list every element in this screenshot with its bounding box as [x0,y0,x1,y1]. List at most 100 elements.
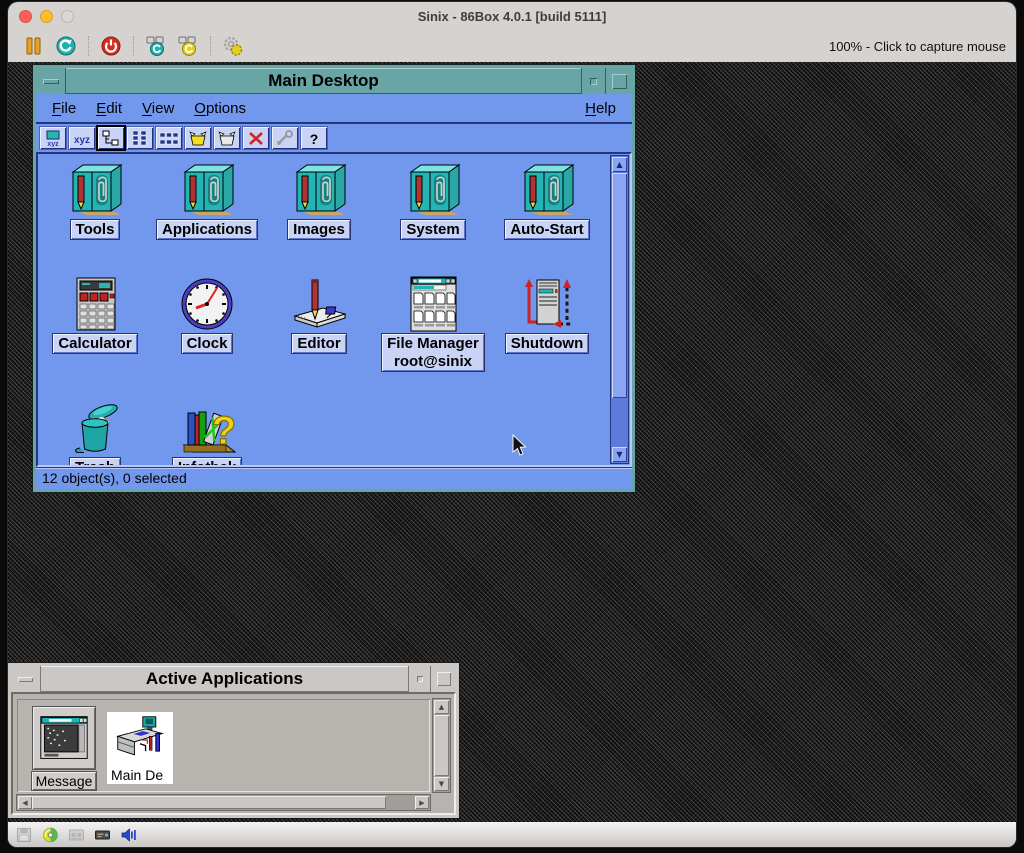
cartridge-status[interactable] [68,827,85,843]
reset-icon [55,35,77,57]
scroll-right-button[interactable]: ▶ [415,796,429,809]
desktop-icon-file-manager[interactable]: File Managerroot@sinix [382,276,484,371]
desktop-icon-system[interactable]: System [382,162,484,239]
text-view-icon [72,130,92,147]
tree-view-icon [101,130,121,147]
main-desktop-window: Main Desktop FileEditViewOptions Help To… [33,65,635,492]
sound-status[interactable] [120,827,137,843]
hard-disk-status[interactable] [94,827,111,843]
menu-file[interactable]: File [42,100,86,117]
desktop-icon-images[interactable]: Images [268,162,370,239]
toolbar-separator [210,36,211,56]
scroll-up-button[interactable]: ▲ [434,700,449,714]
desktop-icon-shutdown[interactable]: Shutdown [496,276,598,353]
maximize-button[interactable] [430,666,456,692]
desktop-icon-clock[interactable]: Clock [156,276,258,353]
floppy-drive-status[interactable] [16,827,33,843]
desktop-icon-trash[interactable]: Trash [44,400,146,467]
infothek-icon [174,400,240,456]
cdrom-drive-status[interactable] [42,827,59,843]
scrollbar-thumb[interactable] [434,715,449,776]
desktop-icon-area[interactable]: Tools ApplicationsImagesSystemAuto-Start C… [36,152,632,467]
window-menu-button[interactable] [11,666,41,692]
tools-button[interactable] [272,127,298,149]
desktop-icon-calculator[interactable]: Calculator [44,276,146,353]
icon-label: Tools [71,220,120,239]
iconify-icon [417,676,423,682]
host-window-title: Sinix - 86Box 4.0.1 [build 5111] [8,2,1016,30]
vertical-scrollbar[interactable]: ▲ ▼ [611,156,628,463]
cabinet-icon [174,162,240,218]
trash-icon [62,400,128,456]
removable-icon [94,827,111,843]
window-menu-icon [18,677,33,682]
desktop-icon-applications[interactable]: Applications [156,162,258,239]
hard-reset-button[interactable] [54,34,78,58]
desktop-icon-editor[interactable]: Editor [268,276,370,353]
message-icon [38,712,90,764]
scrollbar-thumb[interactable] [32,796,386,809]
cabinet-icon [514,162,580,218]
scrollbar-thumb[interactable] [612,173,627,398]
active-applications-panel[interactable]: Message Main De [17,699,430,792]
active-applications-body: Message Main De ▲ ▼ ◀ ▶ [11,692,456,815]
host-toolbar: 100% - Click to capture mouse [8,30,1016,62]
ctrl-alt-esc-button[interactable] [176,34,200,58]
help-button[interactable] [301,127,327,149]
scroll-up-button[interactable]: ▲ [612,157,627,172]
horizontal-scrollbar[interactable]: ◀ ▶ [17,795,430,810]
view-list-button[interactable] [156,127,182,149]
scroll-down-button[interactable]: ▼ [434,777,449,791]
app-item-label: Message [32,772,97,790]
app-item-message[interactable]: Message [29,707,99,795]
active-applications-titlebar[interactable]: Active Applications [11,666,456,692]
detail-view-icon [130,130,150,147]
vertical-scrollbar[interactable]: ▲ ▼ [433,699,450,792]
menu-options[interactable]: Options [184,100,256,117]
host-titlebar[interactable]: Sinix - 86Box 4.0.1 [build 5111] [8,2,1016,30]
question-icon [304,130,324,147]
icon-label: Infothek [173,458,241,467]
new-object-button[interactable] [185,127,211,149]
iconify-button[interactable] [408,666,430,692]
list-view-icon [159,130,179,147]
ctrl-alt-del-button[interactable] [144,34,168,58]
view-tree-button[interactable] [98,127,124,149]
host-statusbar [8,822,1016,847]
toolbar-separator [133,36,134,56]
desktop-icon-tools[interactable]: Tools [44,162,146,239]
settings-button[interactable] [221,34,245,58]
emulated-screen[interactable]: Main Desktop FileEditViewOptions Help To… [8,62,1016,822]
acpi-shutdown-button[interactable] [99,34,123,58]
view-details-button[interactable] [127,127,153,149]
menu-help[interactable]: Help [575,100,626,117]
view-icons-button[interactable] [40,127,66,149]
menu-edit[interactable]: Edit [86,100,132,117]
icon-label: Trash [70,458,120,467]
desktop-icon-infothek[interactable]: Infothek [156,400,258,467]
window-menu-button[interactable] [36,68,66,94]
iconify-button[interactable] [581,68,605,94]
view-text-button[interactable] [69,127,95,149]
icon-label: Shutdown [506,334,588,353]
host-toolbar-buttons [18,34,249,58]
delete-x-icon [246,130,266,147]
active-applications-title: Active Applications [41,666,408,692]
toolbar-separator [88,36,89,56]
menu-view[interactable]: View [132,100,184,117]
box-yellow-icon [188,130,208,147]
main-desktop-title: Main Desktop [66,68,581,94]
scroll-left-button[interactable]: ◀ [18,796,32,809]
delete-button[interactable] [243,127,269,149]
keys-yellow-icon [177,35,199,57]
scroll-down-button[interactable]: ▼ [612,447,627,462]
empty-object-button[interactable] [214,127,240,149]
app-item-main-de[interactable]: Main De [107,712,173,784]
cabinet-icon [286,162,352,218]
maximize-button[interactable] [605,68,632,94]
icon-label: File Managerroot@sinix [382,334,484,371]
clock-icon [174,276,240,332]
main-desktop-titlebar[interactable]: Main Desktop [36,68,632,94]
desktop-icon-auto-start[interactable]: Auto-Start [496,162,598,239]
pause-button[interactable] [22,34,46,58]
